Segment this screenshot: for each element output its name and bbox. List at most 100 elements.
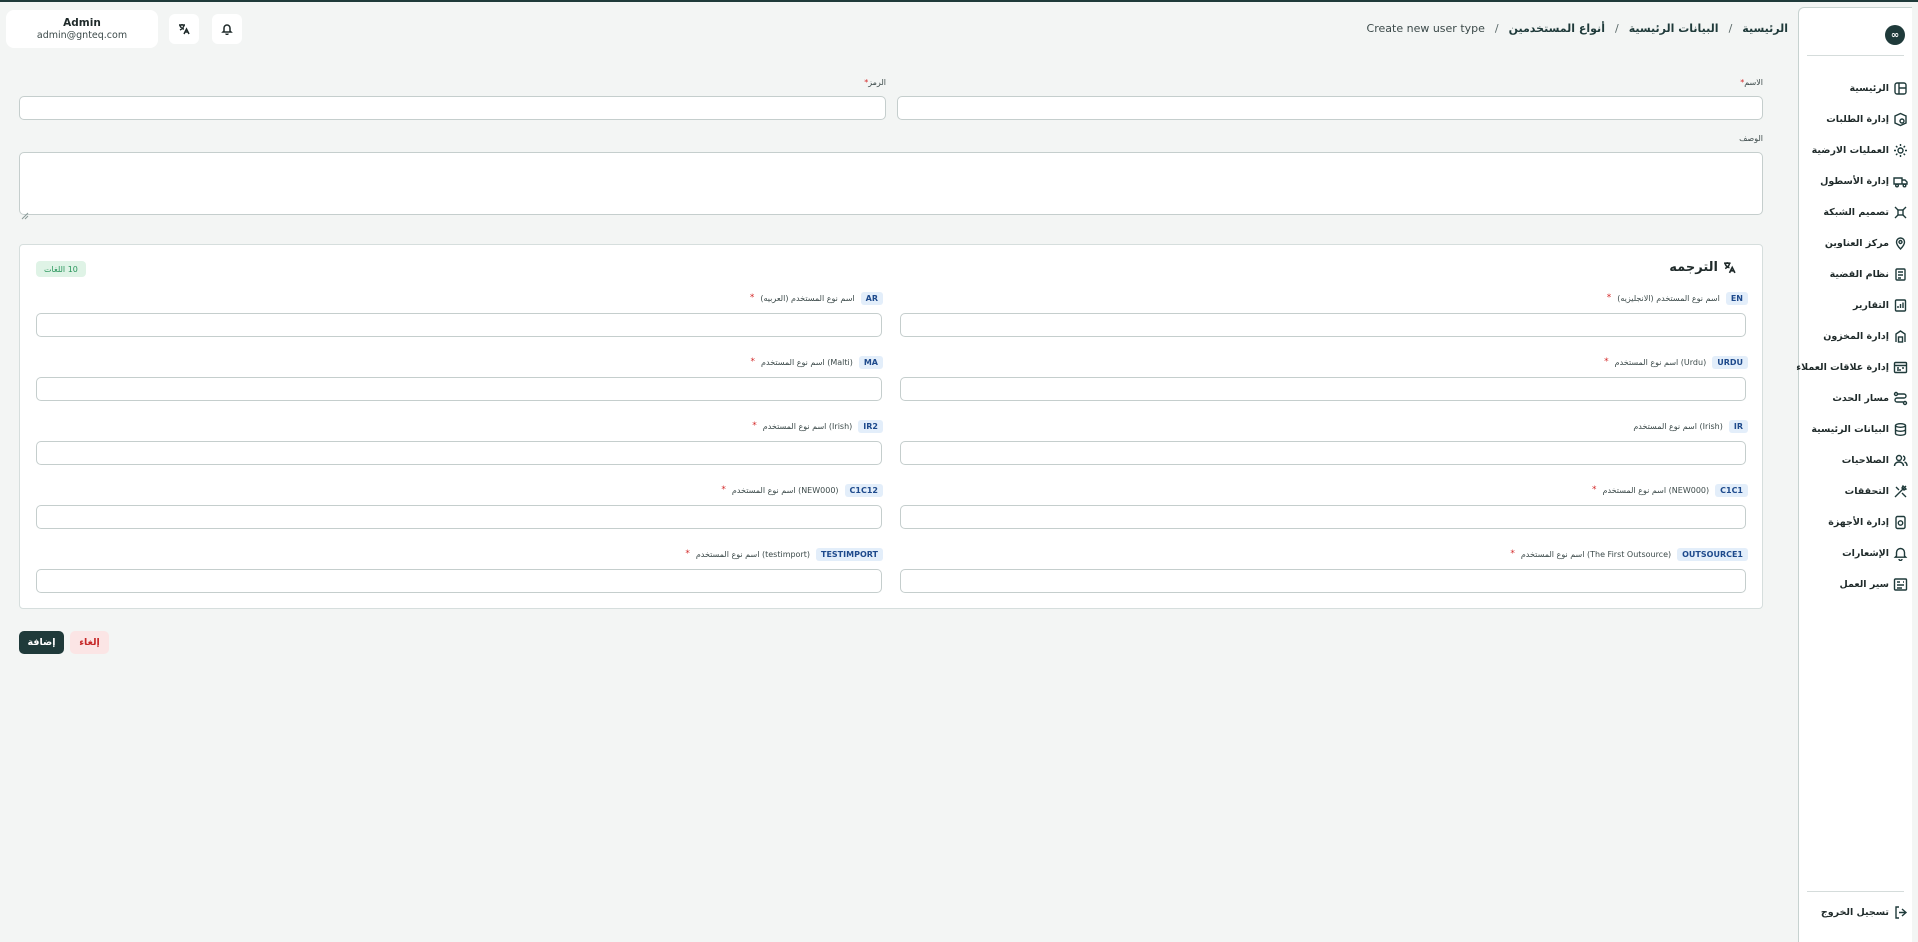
translation-field-label: C1C1 اسم نوع المستخدم (NEW000) * [1592,482,1748,498]
translation-input-c1c1[interactable] [900,505,1746,529]
truck-icon [1893,174,1908,189]
translation-field-label: AR اسم نوع المستخدم (العربيه) * [750,290,883,306]
translation-field-label: TESTIMPORT اسم نوع المستخدم (testimport) * [685,546,883,562]
translation-label-text: اسم نوع المستخدم (testimport) [695,549,810,559]
breadcrumb-separator: / [1614,21,1619,35]
case-icon [1893,267,1908,282]
sidebar-item-label: إدارة علاقات العملاء [1796,361,1889,373]
sidebar-item-network[interactable]: تصميم الشبكة [1804,201,1908,223]
language-code-badge: IR2 [858,419,883,433]
required-mark: * [752,421,757,431]
sidebar-item-case[interactable]: نظام القضية [1804,263,1908,285]
required-mark: * [749,293,755,303]
sidebar-item-label: إدارة الطلبات [1826,113,1889,125]
sidebar-item-label: سير العمل [1839,578,1889,590]
sidebar-item-label: التحققات [1844,485,1889,497]
sidebar-item-label: الإشعارات [1842,547,1889,559]
breadcrumb-separator: / [1728,21,1733,35]
language-code-badge: TESTIMPORT [816,547,883,561]
sidebar-item-crm[interactable]: إدارة علاقات العملاء [1796,356,1908,378]
sidebar-item-location[interactable]: مركز العناوين [1804,232,1908,254]
translation-field-label: MA اسم نوع المستخدم (Malti) * [751,354,883,370]
users-icon [1893,453,1908,468]
top-border [0,0,1918,2]
sidebar-item-route[interactable]: مسار الحدث [1804,387,1908,409]
translation-label-text: اسم نوع المستخدم (NEW000) [731,485,839,495]
translation-field-label: OUTSOURCE1 اسم نوع المستخدم (The First Ou… [1510,546,1748,562]
required-mark: * [1604,357,1609,367]
translation-input-outsource1[interactable] [900,569,1746,593]
breadcrumb-home[interactable]: الرئيسية [1742,22,1788,35]
sidebar-item-truck[interactable]: إدارة الأسطول [1804,170,1908,192]
sidebar-item-bell[interactable]: الإشعارات [1804,542,1908,564]
translation-input-ir2[interactable] [36,441,882,465]
sidebar-item-users[interactable]: الصلاحيات [1804,449,1908,471]
sidebar-item-label: إدارة المخزون [1823,330,1889,342]
layout-icon [1893,81,1908,96]
breadcrumb-master-data[interactable]: البيانات الرئيسية [1629,22,1719,35]
translation-input-ir[interactable] [900,441,1746,465]
sidebar-item-label: تصميم الشبكة [1823,206,1889,218]
resize-grip-icon[interactable] [21,205,29,220]
logout-label: تسجيل الخروج [1820,906,1889,918]
sidebar-item-label: إدارة الأجهزة [1828,516,1889,528]
translation-field-label: IR اسم نوع المستخدم (Irish) [1633,418,1748,434]
translation-input-ar[interactable] [36,313,882,337]
sidebar-item-box[interactable]: إدارة الطلبات [1804,108,1908,130]
user-email: admin@gnteq.com [36,30,128,41]
translation-input-en[interactable] [900,313,1746,337]
translation-label-text: اسم نوع المستخدم (الانجليزيه) [1617,293,1720,303]
breadcrumb-separator: / [1494,21,1499,35]
language-code-badge: EN [1725,291,1748,305]
crm-icon [1893,360,1908,375]
language-code-badge: C1C1 [1715,483,1748,497]
translation-label-text: اسم نوع المستخدم (NEW000) [1602,485,1710,495]
translation-label-text: اسم نوع المستخدم (Urdu) [1614,357,1707,367]
breadcrumb: الرئيسية / البيانات الرئيسية / أنواع الم… [1367,20,1788,36]
sidebar: ∞ الرئيسية إدارة الطلبات العمليات الارضية إ… [1796,7,1912,942]
sidebar-item-layout[interactable]: الرئيسية [1804,77,1908,99]
sidebar-item-workflow[interactable]: سير العمل [1804,573,1908,595]
sidebar-item-sun[interactable]: العمليات الارضية [1804,139,1908,161]
logout-button[interactable]: تسجيل الخروج [1804,901,1908,923]
sidebar-item-label: مركز العناوين [1824,237,1889,249]
bell-icon [221,24,233,35]
translation-field-label: C1C12 اسم نوع المستخدم (NEW000) * [721,482,883,498]
language-code-badge: C1C12 [844,483,883,497]
language-code-badge: AR [860,291,883,305]
user-name: Admin [63,17,101,29]
notifications-button[interactable] [212,14,242,44]
sidebar-item-device[interactable]: إدارة الأجهزة [1804,511,1908,533]
sidebar-item-label: إدارة الأسطول [1820,175,1889,187]
language-code-badge: IR [1728,419,1748,433]
breadcrumb-current: Create new user type [1366,21,1485,35]
sidebar-item-tools[interactable]: التحققات [1804,480,1908,502]
description-textarea[interactable] [19,152,1763,220]
translation-field-label: EN اسم نوع المستخدم (الانجليزيه) * [1607,290,1748,306]
breadcrumb-user-types[interactable]: أنواع المستخدمين [1509,22,1605,35]
add-button[interactable]: إضافة [19,631,64,654]
location-icon [1893,236,1908,251]
sidebar-item-report[interactable]: التقارير [1804,294,1908,316]
cancel-button[interactable]: إلغاء [70,631,109,654]
translation-input-ma[interactable] [36,377,882,401]
sidebar-item-label: الصلاحيات [1841,454,1889,466]
language-button[interactable] [169,14,199,44]
user-card[interactable]: Admin admin@gnteq.com [6,10,158,48]
translation-input-c1c12[interactable] [36,505,882,529]
device-icon [1893,515,1908,530]
sidebar-item-database[interactable]: البيانات الرئيسية [1804,418,1908,440]
name-input[interactable] [897,96,1763,120]
sidebar-divider [1807,55,1904,56]
translation-input-urdu[interactable] [900,377,1746,401]
workflow-icon [1893,577,1908,592]
app-logo[interactable]: ∞ [1885,25,1905,45]
bell-icon [1893,546,1908,561]
translation-input-testimport[interactable] [36,569,882,593]
sidebar-item-warehouse[interactable]: إدارة المخزون [1804,325,1908,347]
sidebar-item-label: الرئيسية [1849,82,1889,94]
code-input[interactable] [19,96,886,120]
required-mark: * [721,485,726,495]
required-mark: * [685,549,690,559]
translation-label-text: اسم نوع المستخدم (Irish) [762,421,853,431]
